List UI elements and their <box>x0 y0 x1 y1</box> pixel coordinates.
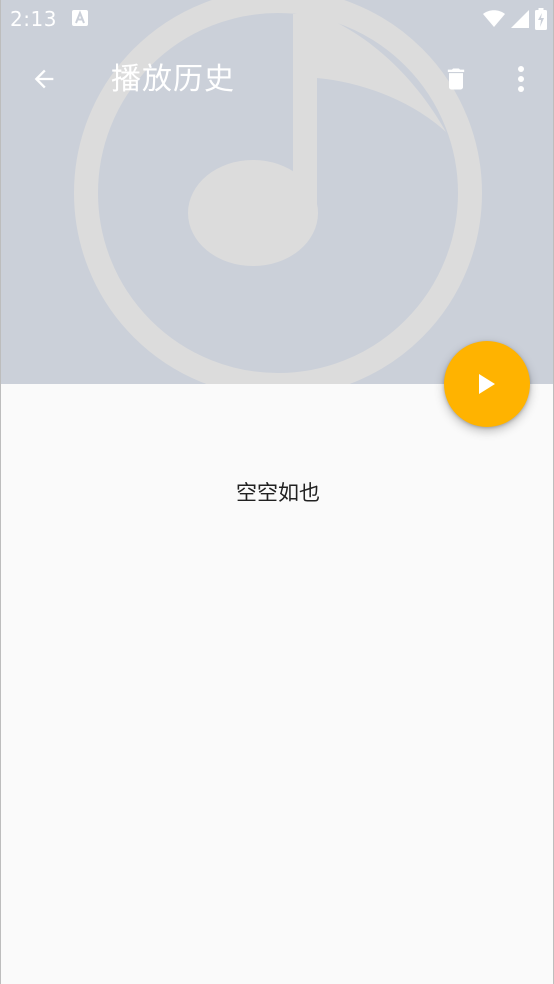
wifi-icon <box>483 10 505 27</box>
notification-a-icon <box>72 10 88 26</box>
more-vert-icon <box>518 66 524 92</box>
arrow-back-icon <box>34 69 54 89</box>
clear-history-button[interactable] <box>433 56 479 102</box>
back-button[interactable] <box>21 56 67 102</box>
play-icon <box>479 374 495 394</box>
battery-charging-icon <box>535 8 547 30</box>
page-title: 播放历史 <box>111 62 235 97</box>
status-icons <box>483 8 547 30</box>
header-banner: 2:13 播放历史 <box>1 0 553 384</box>
status-time: 2:13 <box>10 7 57 31</box>
playback-history-screen: 2:13 播放历史 空空如也 <box>0 0 554 984</box>
empty-state-message: 空空如也 <box>236 481 320 505</box>
play-all-button[interactable] <box>444 341 530 427</box>
toolbar: 播放历史 <box>1 38 553 122</box>
trash-icon <box>447 68 465 90</box>
status-bar: 2:13 <box>1 0 553 38</box>
more-options-button[interactable] <box>499 56 543 102</box>
signal-icon <box>511 10 529 28</box>
